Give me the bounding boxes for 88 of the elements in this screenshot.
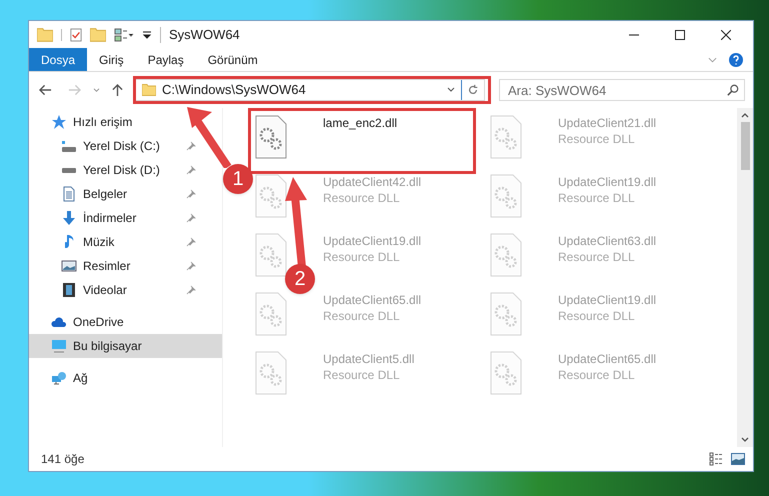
file-name: UpdateClient5.dll: [323, 351, 414, 367]
ribbon-tab[interactable]: Paylaş: [136, 48, 196, 71]
new-folder-icon: [90, 26, 106, 42]
network-icon: [51, 371, 67, 385]
ribbon-tab[interactable]: Giriş: [87, 48, 136, 71]
ribbon-tab[interactable]: Görünüm: [196, 48, 270, 71]
sidebar-item[interactable]: Videolar: [29, 278, 222, 302]
sidebar-item[interactable]: Müzik: [29, 230, 222, 254]
settings-file-icon: [255, 233, 287, 277]
scrollbar[interactable]: [737, 108, 753, 447]
pin-icon[interactable]: [186, 285, 196, 295]
large-icons-view-icon[interactable]: [731, 453, 745, 465]
pin-icon[interactable]: [186, 189, 196, 199]
sidebar-item[interactable]: OneDrive: [29, 310, 222, 334]
ribbon-tab[interactable]: Dosya: [29, 48, 88, 71]
sidebar-item[interactable]: Yerel Disk (D:): [29, 158, 222, 182]
file-type: Resource DLL: [558, 367, 636, 383]
film-icon: [63, 283, 75, 297]
file-name: UpdateClient19.dll: [558, 174, 656, 190]
customize-dropdown-icon[interactable]: [142, 30, 152, 40]
scrollbar-thumb[interactable]: [740, 122, 750, 170]
search-icon[interactable]: [727, 84, 739, 96]
sidebar-item[interactable]: İndirmeler: [29, 206, 222, 230]
settings-file-icon: [490, 115, 522, 159]
address-field[interactable]: C:\Windows\SysWOW64: [135, 79, 485, 101]
sidebar-item[interactable]: Ağ: [29, 366, 222, 390]
sidebar-item[interactable]: Yerel Disk (C:): [29, 134, 222, 158]
settings-file-icon: [255, 292, 287, 336]
settings-file-icon: [255, 174, 287, 218]
pin-icon[interactable]: [186, 237, 196, 247]
sidebar-item[interactable]: Hızlı erişim: [29, 110, 222, 134]
chevron-down-icon[interactable]: [447, 87, 455, 93]
file-type: Resource DLL: [323, 190, 401, 206]
folder-icon: [37, 26, 53, 42]
help-icon[interactable]: [729, 52, 743, 66]
cloud-icon: [51, 316, 67, 328]
sidebar-item[interactable]: Resimler: [29, 254, 222, 278]
settings-file-icon: [490, 233, 522, 277]
chevron-down-icon[interactable]: [741, 437, 749, 443]
pin-icon[interactable]: [186, 261, 196, 271]
pin-icon[interactable]: [186, 213, 196, 223]
pin-icon[interactable]: [186, 141, 196, 151]
file-type: Resource DLL: [323, 367, 401, 383]
picture-icon: [61, 260, 77, 272]
computer-monitor-icon: [51, 339, 67, 353]
up-arrow-icon[interactable]: [112, 84, 123, 96]
file-type: Resource DLL: [558, 131, 636, 147]
file-type: Resource DLL: [558, 190, 636, 206]
settings-file-icon: [490, 292, 522, 336]
details-view-icon[interactable]: [709, 452, 725, 466]
item-count: 141 öğe: [41, 451, 86, 468]
back-arrow-icon[interactable]: [39, 84, 52, 96]
document-icon: [63, 186, 75, 202]
sidebar-item[interactable]: Belgeler: [29, 182, 222, 206]
file-type: Resource DLL: [323, 308, 401, 324]
file-name: UpdateClient19.dll: [323, 233, 422, 249]
music-note-icon: [64, 235, 74, 249]
drive-icon: [61, 140, 77, 152]
settings-file-icon: [490, 174, 522, 218]
file-name: UpdateClient42.dll: [323, 174, 422, 190]
maximize-icon[interactable]: [675, 30, 685, 40]
chevron-up-icon[interactable]: [741, 112, 749, 118]
file-type: Resource DLL: [558, 308, 636, 324]
drive-icon: [61, 166, 77, 174]
window-title: SysWOW64: [169, 26, 241, 44]
settings-file-icon: [255, 115, 287, 159]
folder-icon: [142, 84, 156, 96]
view-options-icon[interactable]: [114, 28, 134, 42]
star-icon: [52, 115, 66, 129]
search-field[interactable]: Ara: SysWOW64: [499, 79, 745, 101]
file-type: Resource DLL: [323, 249, 401, 265]
file-name: UpdateClient19.dll: [558, 292, 656, 308]
refresh-icon[interactable]: [467, 84, 479, 96]
settings-file-icon: [255, 351, 287, 395]
sidebar-item[interactable]: Bu bilgisayar: [29, 334, 222, 358]
file-name: UpdateClient63.dll: [558, 233, 656, 249]
file-name: lame_enc2.dll: [323, 115, 398, 131]
close-icon[interactable]: [721, 30, 731, 40]
download-arrow-icon: [63, 211, 75, 225]
file-name: UpdateClient65.dll: [558, 351, 656, 367]
file-name: UpdateClient65.dll: [323, 292, 422, 308]
pin-icon[interactable]: [186, 165, 196, 175]
file-name: UpdateClient21.dll: [558, 115, 656, 131]
arrow: [186, 106, 232, 168]
properties-icon[interactable]: [70, 28, 82, 42]
chevron-down-icon[interactable]: [93, 88, 100, 92]
settings-file-icon: [490, 351, 522, 395]
file-type: Resource DLL: [558, 249, 636, 265]
